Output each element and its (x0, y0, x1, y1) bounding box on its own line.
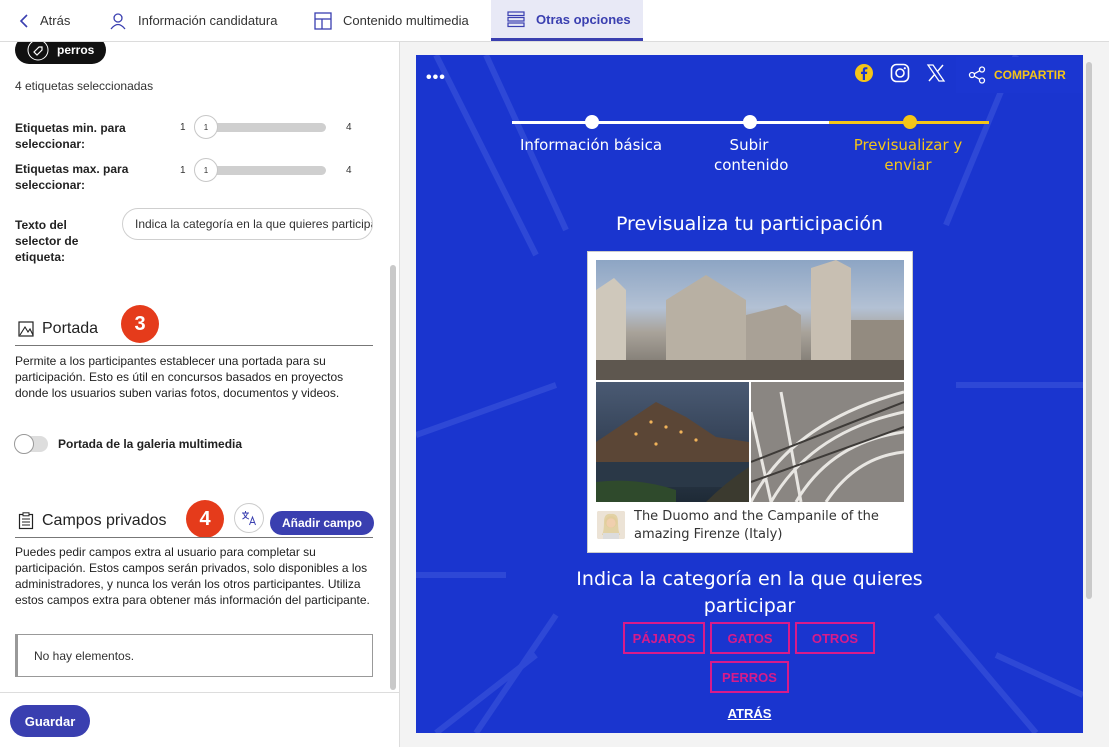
duomo-photo (596, 260, 904, 380)
menu-dots-button[interactable]: ••• (426, 69, 446, 87)
contest-preview: ••• COMPARTIR Información básica Subir c… (416, 55, 1083, 733)
step-label-1: Información básica (519, 136, 663, 154)
selector-text-label: Texto del selector de etiqueta: (15, 218, 79, 264)
step-label-3: Previsualizar y enviar (853, 136, 963, 174)
portada-description: Permite a los participantes establecer u… (15, 354, 344, 400)
tab-multimedia[interactable]: Contenido multimedia (313, 0, 469, 41)
tab-other-options[interactable]: Otras opciones (491, 0, 643, 41)
max-tags-high: 4 (346, 165, 352, 176)
category-button-otros[interactable]: OTROS (795, 622, 875, 654)
x-twitter-icon[interactable] (926, 63, 946, 83)
tab-multimedia-label: Contenido multimedia (343, 13, 469, 28)
category-button-pajaros[interactable]: PÁJAROS (623, 622, 705, 654)
share-icon (968, 66, 986, 84)
min-tags-low: 1 (180, 122, 186, 133)
step-badge-4: 4 (186, 500, 224, 538)
translate-icon (242, 511, 256, 526)
tab-other-options-label: Otras opciones (536, 11, 631, 27)
portada-heading: Portada (18, 320, 98, 338)
instagram-icon[interactable] (890, 63, 910, 83)
private-fields-description: Puedes pedir campos extra al usuario par… (15, 545, 370, 607)
selected-tags-count: 4 etiquetas seleccionadas (15, 79, 154, 93)
back-link[interactable]: ATRÁS (416, 706, 1083, 721)
architecture-photo (751, 382, 904, 502)
step-dot-2 (743, 115, 757, 129)
category-button-gatos[interactable]: GATOS (710, 622, 790, 654)
max-tags-low: 1 (180, 165, 186, 176)
min-tags-label: Etiquetas min. para seleccionar: (15, 121, 126, 151)
user-icon (110, 12, 126, 29)
private-fields-title: Campos privados (42, 512, 167, 529)
layout-icon (314, 11, 332, 30)
preview-title: Previsualiza tu participación (615, 213, 884, 235)
step-badge-3: 3 (121, 305, 159, 343)
max-tags-label: Etiquetas max. para seleccionar: (15, 162, 129, 192)
tab-back[interactable]: Atrás (18, 0, 70, 41)
entry-preview-card: The Duomo and the Campanile of the amazi… (587, 251, 913, 553)
portada-divider (15, 345, 373, 346)
selector-text-input[interactable]: Indica la categoría en la que quieres pa… (122, 208, 373, 240)
left-panel-scrollbar[interactable] (390, 265, 396, 690)
max-tags-slider-handle[interactable]: 1 (194, 158, 218, 182)
image-icon (18, 321, 34, 337)
preview-scrollbar[interactable] (1086, 62, 1092, 599)
tab-back-label: Atrás (40, 13, 71, 28)
tag-icon (27, 42, 49, 61)
category-button-perros[interactable]: PERROS (710, 661, 789, 693)
share-button[interactable]: COMPARTIR (956, 57, 1083, 93)
translate-button[interactable] (234, 503, 264, 533)
tab-candidate-info[interactable]: Información candidatura (108, 0, 277, 41)
category-question: Indica la categoría en la que quieres pa… (576, 568, 923, 617)
add-field-button[interactable]: Añadir campo (270, 511, 374, 535)
save-button[interactable]: Guardar (10, 705, 90, 737)
portada-title: Portada (42, 320, 99, 337)
step-label-2: Subir contenido (714, 136, 789, 174)
tab-candidate-info-label: Información candidatura (138, 13, 278, 28)
author-avatar (597, 511, 625, 539)
min-tags-slider-track[interactable] (205, 123, 326, 132)
min-tags-slider-handle[interactable]: 1 (194, 115, 218, 139)
toggle-knob (14, 434, 34, 454)
max-tags-slider-track[interactable] (205, 166, 326, 175)
step-dot-1 (585, 115, 599, 129)
step-dot-3 (903, 115, 917, 129)
vernazza-photo (596, 382, 749, 502)
list-icon (507, 11, 525, 28)
stepper-line-done (512, 121, 829, 124)
tag-chip-label: perros (57, 43, 95, 57)
min-tags-high: 4 (346, 122, 352, 133)
facebook-icon[interactable] (854, 63, 874, 83)
left-footer: Guardar (0, 692, 400, 747)
private-fields-empty-list: No hay elementos. (15, 634, 373, 677)
entry-caption: The Duomo and the Campanile of the amazi… (634, 509, 879, 542)
portada-toggle[interactable] (14, 434, 48, 454)
private-fields-heading: Campos privados (18, 512, 167, 530)
share-label: COMPARTIR (994, 68, 1066, 82)
chevron-left-icon (19, 13, 28, 28)
private-fields-divider (15, 537, 373, 538)
tag-chip-perros[interactable]: perros (15, 42, 107, 64)
top-tab-bar: Atrás Información candidatura Contenido … (0, 0, 1109, 42)
clipboard-icon (18, 512, 34, 530)
portada-toggle-label: Portada de la galeria multimedia (58, 437, 243, 451)
settings-panel: perros 4 etiquetas seleccionadas Etiquet… (0, 42, 400, 692)
